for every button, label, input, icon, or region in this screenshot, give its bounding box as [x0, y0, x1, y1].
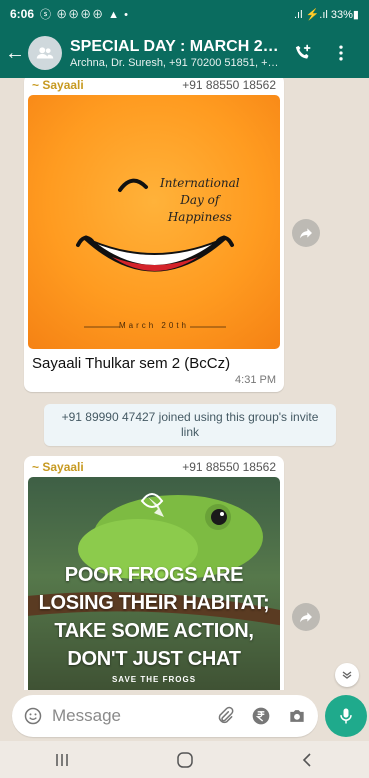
- forward-icon[interactable]: [292, 219, 320, 247]
- chat-area[interactable]: ~ Sayaali +91 88550 18562 International …: [0, 78, 369, 690]
- status-time: 6:06: [10, 7, 35, 21]
- attach-icon[interactable]: [212, 703, 238, 729]
- nav-back-icon[interactable]: [288, 745, 328, 775]
- back-icon[interactable]: ←: [4, 42, 26, 65]
- message-time: 4:31 PM: [235, 374, 276, 386]
- sender-phone: +91 88550 18562: [182, 78, 276, 92]
- emoji-icon[interactable]: [20, 703, 46, 729]
- frog-image[interactable]: POOR FROGS ARE LOSING THEIR HABITAT; TAK…: [28, 477, 280, 690]
- chat-participants: Archna, Dr. Suresh, +91 70200 51851, +91…: [70, 56, 280, 69]
- group-avatar-icon[interactable]: [28, 36, 62, 70]
- battery-signal: .ıl ⚡.ıl 33%▮: [294, 8, 359, 21]
- image-line: LOSING THEIR HABITAT;: [38, 592, 270, 614]
- chat-title-block[interactable]: SPECIAL DAY : MARCH 20 20... Archna, Dr.…: [70, 38, 280, 69]
- mic-icon: [340, 708, 352, 724]
- image-line: DON'T JUST CHAT: [67, 648, 241, 670]
- image-line: International: [160, 176, 240, 190]
- image-slogan: POOR FROGS ARE LOSING THEIR HABITAT; TAK…: [28, 561, 280, 673]
- image-line: Happiness: [167, 210, 232, 224]
- scroll-down-icon[interactable]: [335, 663, 359, 687]
- message-composer: [12, 695, 318, 737]
- image-line: POOR FROGS ARE: [64, 564, 244, 586]
- rupee-payment-icon[interactable]: [248, 703, 274, 729]
- message-bubble[interactable]: ~ Sayaali +91 88550 18562 International …: [24, 78, 284, 392]
- image-line: TAKE SOME ACTION,: [54, 620, 254, 642]
- chat-title: SPECIAL DAY : MARCH 20 20...: [70, 37, 280, 55]
- nav-home-icon[interactable]: [165, 745, 205, 775]
- message-input[interactable]: [52, 706, 202, 726]
- sender-name[interactable]: ~ Sayaali: [32, 460, 84, 474]
- system-nav-bar: [0, 741, 369, 778]
- happiness-image[interactable]: International Day of Happiness March 20t…: [28, 95, 280, 349]
- add-call-icon[interactable]: [288, 38, 318, 68]
- image-date: March 20th: [118, 321, 190, 330]
- notification-icons: ⓢ ⊕⊕⊕⊕ ▲ •: [40, 9, 129, 21]
- image-line: Day of: [180, 193, 220, 207]
- system-message: +91 89990 47427 joined using this group'…: [44, 404, 336, 446]
- smile-illustration: [76, 178, 234, 328]
- image-footer: SAVE THE FROGS: [111, 675, 197, 684]
- mic-button[interactable]: [325, 695, 367, 737]
- nav-recents-icon[interactable]: [42, 745, 82, 775]
- sender-name[interactable]: ~ Sayaali: [32, 78, 84, 92]
- status-bar: 6:06 ⓢ ⊕⊕⊕⊕ ▲ • .ıl ⚡.ıl 33%▮: [0, 0, 369, 28]
- more-menu-icon[interactable]: [326, 38, 356, 68]
- message-bubble[interactable]: ~ Sayaali +91 88550 18562 POOR FROGS ARE…: [24, 456, 284, 690]
- message-caption: Sayaali Thulkar sem 2 (BcCz): [32, 355, 231, 372]
- chat-header: ← SPECIAL DAY : MARCH 20 20... Archna, D…: [0, 28, 369, 78]
- sender-phone: +91 88550 18562: [182, 460, 276, 474]
- image-heading: International Day of Happiness: [160, 175, 240, 226]
- forward-icon[interactable]: [292, 603, 320, 631]
- camera-icon[interactable]: [284, 703, 310, 729]
